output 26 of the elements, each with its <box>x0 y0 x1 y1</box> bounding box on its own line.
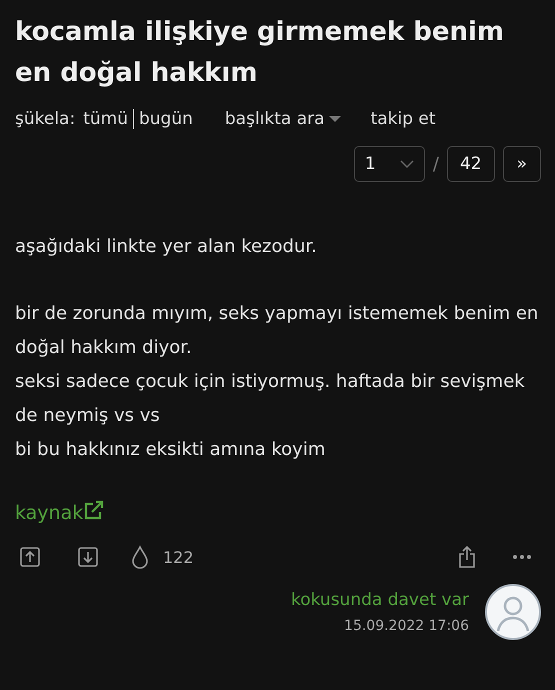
caret-icon <box>328 116 341 122</box>
filter-link[interactable]: bugün <box>138 109 193 129</box>
more-icon[interactable] <box>512 554 532 560</box>
upvote-icon[interactable] <box>19 546 41 568</box>
divider <box>132 109 134 129</box>
filter-link[interactable]: tümü <box>83 109 128 129</box>
external-link-icon[interactable] <box>83 500 106 520</box>
next-page-button[interactable]: » <box>502 146 541 182</box>
author-link[interactable]: kokusunda davet var <box>290 586 469 614</box>
follow-link[interactable]: takip et <box>370 109 436 129</box>
entry-date[interactable]: 15.09.2022 17:06 <box>344 614 469 638</box>
entry-paragraph: aşağıdaki linkte yer alan kezodur. <box>15 235 318 259</box>
source-link[interactable]: kaynak <box>15 500 106 524</box>
favorite-count: 122 <box>163 548 194 566</box>
search-in-topic-dropdown[interactable]: başlıkta ara <box>224 109 341 129</box>
chevron-down-icon <box>400 160 414 168</box>
last-page-button[interactable]: 42 <box>446 146 495 182</box>
downvote-icon[interactable] <box>77 546 99 568</box>
entry-paragraph: bir de zorunda mıyım, seks yapmayı istememek benim en doğal hakkım diyor. seksi sadece çocuk için istiyormuş. haftada bir sevişmek de neymiş vs vs bi bu hakkınız eksikti amına koyim <box>15 302 540 462</box>
page-select[interactable]: 1 <box>354 146 425 182</box>
filter-label: şükela: <box>15 109 76 129</box>
topic-title[interactable]: kocamla ilişkiye girmemek benim en doğal hakkım <box>15 12 540 94</box>
drop-icon[interactable] <box>131 545 149 569</box>
avatar-icon[interactable] <box>485 584 541 640</box>
share-icon[interactable] <box>457 545 477 569</box>
page-separator: / <box>432 154 439 174</box>
